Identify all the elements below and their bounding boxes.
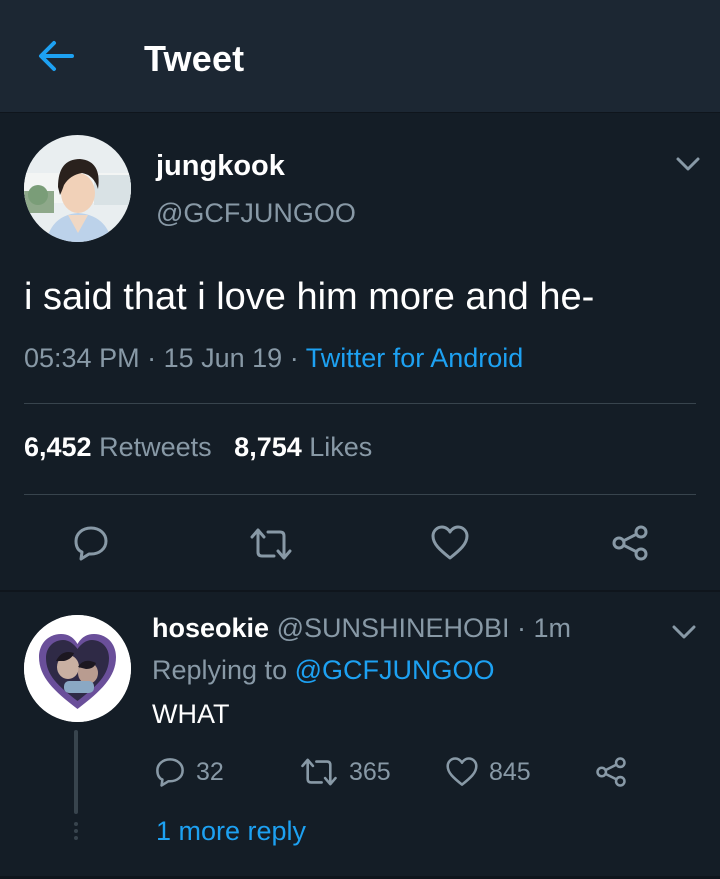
retweet-count: 365 bbox=[349, 757, 391, 786]
divider bbox=[24, 403, 696, 404]
avatar[interactable] bbox=[24, 135, 131, 242]
section-divider bbox=[0, 590, 720, 592]
thread-line bbox=[74, 730, 78, 814]
reply-icon bbox=[156, 758, 184, 787]
top-app-bar: Tweet bbox=[0, 0, 720, 113]
heart-icon[interactable] bbox=[430, 524, 470, 562]
profile-photo bbox=[24, 615, 131, 722]
tweet-text: i said that i love him more and he- bbox=[24, 276, 595, 318]
reply-icon[interactable] bbox=[72, 524, 110, 562]
retweet-icon bbox=[301, 758, 337, 786]
back-arrow-icon[interactable] bbox=[36, 38, 76, 74]
retweets-stat[interactable]: 6,452 Retweets bbox=[24, 432, 212, 462]
retweet-icon[interactable] bbox=[248, 526, 294, 562]
reply-retweet-button[interactable]: 365 bbox=[299, 754, 391, 790]
chevron-down-icon[interactable] bbox=[674, 154, 702, 174]
reply-reply-button[interactable]: 32 bbox=[154, 754, 224, 790]
replying-to-mention[interactable]: @GCFJUNGOO bbox=[295, 655, 495, 685]
reply-like-button[interactable]: 845 bbox=[445, 754, 531, 790]
page-title: Tweet bbox=[144, 38, 245, 79]
likes-label: Likes bbox=[309, 432, 373, 462]
replying-to-prefix: Replying to bbox=[152, 655, 295, 685]
meta-separator: · bbox=[139, 343, 164, 373]
divider bbox=[24, 494, 696, 495]
share-icon bbox=[596, 757, 626, 787]
tweet-date: 15 Jun 19 bbox=[163, 343, 283, 373]
tweet-meta: 05:34 PM · 15 Jun 19 · Twitter for Andro… bbox=[24, 343, 523, 374]
meta-separator: · bbox=[282, 343, 306, 373]
likes-count: 8,754 bbox=[234, 432, 302, 462]
tweet-stats: 6,452 Retweets 8,754 Likes bbox=[24, 432, 372, 463]
tweet-time: 05:34 PM bbox=[24, 343, 140, 373]
thread-dot bbox=[74, 822, 78, 826]
reply-count: 32 bbox=[196, 757, 224, 786]
reply-share-button[interactable] bbox=[594, 754, 628, 790]
avatar[interactable] bbox=[24, 615, 131, 722]
profile-photo bbox=[24, 135, 131, 242]
reply-text: WHAT bbox=[152, 699, 230, 729]
thread-dot bbox=[74, 829, 78, 833]
more-replies-link[interactable]: 1 more reply bbox=[156, 816, 306, 847]
reply-author-name[interactable]: hoseokie bbox=[152, 613, 269, 643]
reply-author-handle[interactable]: @SUNSHINEHOBI · 1m bbox=[277, 613, 571, 643]
share-icon[interactable] bbox=[610, 524, 650, 562]
tweet-source-link[interactable]: Twitter for Android bbox=[306, 343, 524, 373]
replying-to: Replying to @GCFJUNGOO bbox=[152, 655, 495, 686]
author-handle[interactable]: @GCFJUNGOO bbox=[156, 198, 356, 229]
heart-icon bbox=[446, 757, 478, 786]
thread-dot bbox=[74, 836, 78, 840]
retweets-label: Retweets bbox=[99, 432, 212, 462]
likes-stat[interactable]: 8,754 Likes bbox=[234, 432, 372, 462]
retweets-count: 6,452 bbox=[24, 432, 92, 462]
like-count: 845 bbox=[489, 757, 531, 786]
reply-header: hoseokie @SUNSHINEHOBI · 1m bbox=[152, 613, 571, 644]
chevron-down-icon[interactable] bbox=[670, 622, 698, 642]
author-name[interactable]: jungkook bbox=[156, 150, 285, 183]
